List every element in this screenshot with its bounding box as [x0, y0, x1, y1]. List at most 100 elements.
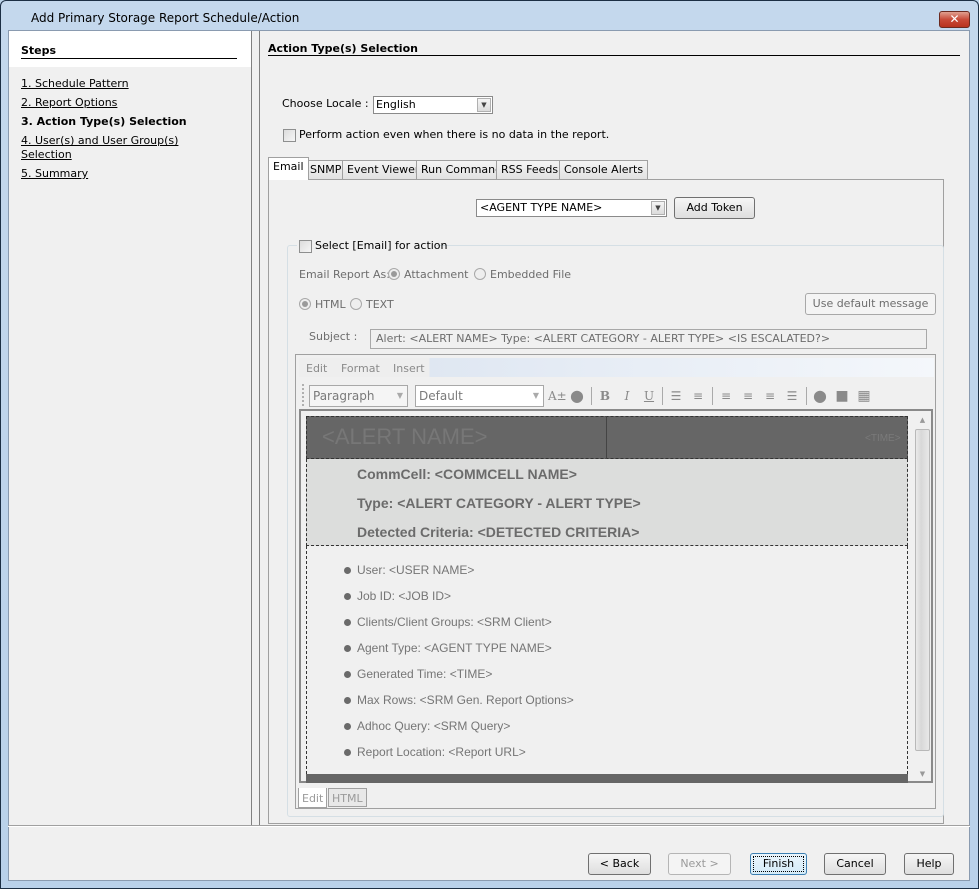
- scrollbar-thumb[interactable]: [915, 429, 930, 751]
- doc-info-criteria: Detected Criteria: <DETECTED CRITERIA>: [357, 524, 640, 540]
- toolbar-separator: [662, 387, 663, 405]
- image-icon[interactable]: ■: [834, 388, 850, 404]
- doc-list-item: Adhoc Query: <SRM Query>: [357, 719, 511, 733]
- align-right-icon[interactable]: ≡: [762, 388, 778, 404]
- bulleted-list-icon[interactable]: ☰: [668, 388, 684, 404]
- use-default-message-button[interactable]: Use default message: [805, 293, 936, 315]
- title-bar[interactable]: Add Primary Storage Report Schedule/Acti…: [1, 1, 978, 31]
- cancel-button[interactable]: Cancel: [824, 853, 886, 875]
- table-icon[interactable]: ▦: [856, 388, 872, 404]
- font-select[interactable]: Default ▼: [415, 385, 544, 407]
- doc-time: <TIME>: [865, 433, 901, 444]
- bullet-icon: [344, 671, 351, 678]
- pane-title-divider: [268, 55, 960, 56]
- token-select-value: <AGENT TYPE NAME>: [480, 201, 603, 214]
- perform-action-checkbox[interactable]: [283, 129, 296, 142]
- menu-edit[interactable]: Edit: [306, 362, 327, 375]
- window-title: Add Primary Storage Report Schedule/Acti…: [31, 11, 300, 25]
- tab-snmp[interactable]: SNMP: [305, 160, 347, 179]
- step-user-group-selection-line2[interactable]: Selection: [21, 148, 72, 162]
- select-email-checkbox[interactable]: [299, 240, 312, 253]
- link-icon[interactable]: ●: [812, 388, 828, 404]
- editor-vertical-scrollbar[interactable]: ▲ ▼: [914, 413, 931, 781]
- attachment-radio[interactable]: [388, 268, 400, 280]
- align-center-icon[interactable]: ≡: [740, 388, 756, 404]
- underline-icon[interactable]: U: [641, 388, 657, 404]
- chevron-down-icon: ▼: [651, 201, 665, 215]
- menu-format[interactable]: Format: [341, 362, 380, 375]
- mode-tab-html[interactable]: HTML: [328, 788, 367, 807]
- text-format-radio[interactable]: [350, 298, 362, 310]
- step-schedule-pattern[interactable]: 1. Schedule Pattern: [21, 77, 129, 91]
- steps-divider: [21, 58, 237, 59]
- doc-alert-name: <ALERT NAME>: [322, 424, 488, 449]
- font-size-icon[interactable]: A±: [548, 388, 567, 404]
- scroll-up-icon[interactable]: ▲: [914, 413, 931, 427]
- scroll-down-icon[interactable]: ▼: [914, 767, 931, 781]
- mode-tab-edit[interactable]: Edit: [298, 788, 328, 808]
- bullet-icon: [344, 567, 351, 574]
- steps-panel: Steps 1. Schedule Pattern 2. Report Opti…: [9, 31, 252, 826]
- chevron-down-icon: ▼: [532, 391, 539, 400]
- embedded-file-label: Embedded File: [490, 268, 572, 281]
- justify-icon[interactable]: ☰: [784, 388, 800, 404]
- doc-list-item: Report Location: <Report URL>: [357, 745, 526, 759]
- close-button[interactable]: ✕: [939, 11, 970, 28]
- add-token-button[interactable]: Add Token: [674, 197, 755, 219]
- step-action-type-selection: 3. Action Type(s) Selection: [21, 115, 187, 128]
- bold-icon[interactable]: B: [597, 388, 613, 404]
- paragraph-select-value: Paragraph: [313, 389, 375, 403]
- editor-menubar: Edit Format Insert: [299, 358, 934, 377]
- tab-email[interactable]: Email: [268, 157, 309, 180]
- toolbar-separator: [591, 387, 592, 405]
- paragraph-select[interactable]: Paragraph ▼: [309, 385, 408, 407]
- step-user-group-selection[interactable]: 4. User(s) and User Group(s): [21, 134, 178, 148]
- bullet-icon: [344, 645, 351, 652]
- step-summary[interactable]: 5. Summary: [21, 167, 88, 181]
- footer-divider: [8, 825, 970, 827]
- bullet-icon: [344, 749, 351, 756]
- step-report-options[interactable]: 2. Report Options: [21, 96, 117, 110]
- doc-list-block: [306, 546, 908, 774]
- doc-info-type: Type: <ALERT CATEGORY - ALERT TYPE>: [357, 495, 641, 511]
- italic-icon[interactable]: I: [619, 388, 635, 404]
- locale-value: English: [376, 98, 416, 111]
- locale-label: Choose Locale :: [282, 97, 369, 110]
- chevron-down-icon: ▼: [477, 98, 491, 112]
- embedded-file-radio[interactable]: [474, 268, 486, 280]
- doc-list-item: Agent Type: <AGENT TYPE NAME>: [357, 641, 552, 655]
- align-left-icon[interactable]: ≡: [718, 388, 734, 404]
- token-select[interactable]: <AGENT TYPE NAME> ▼: [476, 199, 667, 217]
- perform-action-label: Perform action even when there is no dat…: [299, 128, 610, 141]
- tab-console-alerts[interactable]: Console Alerts: [559, 160, 649, 179]
- tab-run-command[interactable]: Run Command: [416, 160, 508, 179]
- text-format-label: TEXT: [366, 298, 394, 311]
- locale-select[interactable]: English ▼: [373, 96, 493, 114]
- doc-list-item: Clients/Client Groups: <SRM Client>: [357, 615, 552, 629]
- doc-header-divider: [606, 416, 607, 459]
- doc-list-item: Generated Time: <TIME>: [357, 667, 493, 681]
- tab-event-viewer[interactable]: Event Viewer: [342, 160, 425, 179]
- close-icon: ✕: [949, 12, 960, 26]
- doc-footer-banner: [306, 774, 908, 783]
- back-button[interactable]: < Back: [588, 853, 651, 875]
- bullet-icon: [344, 619, 351, 626]
- bullet-icon: [344, 593, 351, 600]
- numbered-list-icon[interactable]: ≡: [690, 388, 706, 404]
- subject-input[interactable]: Alert: <ALERT NAME> Type: <ALERT CATEGOR…: [370, 329, 927, 349]
- tab-rss-feeds[interactable]: RSS Feeds: [496, 160, 564, 179]
- report-as-label: Email Report As:: [299, 268, 390, 281]
- subject-label: Subject :: [309, 330, 358, 343]
- finish-button[interactable]: Finish: [750, 853, 807, 875]
- doc-list-item: Job ID: <JOB ID>: [357, 589, 452, 603]
- bullet-icon: [344, 697, 351, 704]
- next-button[interactable]: Next >: [668, 853, 731, 875]
- doc-info-commcell: CommCell: <COMMCELL NAME>: [357, 466, 577, 482]
- doc-list-item: User: <USER NAME>: [357, 563, 475, 577]
- color-icon[interactable]: ●: [569, 388, 585, 404]
- attachment-label: Attachment: [404, 268, 469, 281]
- html-format-radio[interactable]: [299, 298, 311, 310]
- pane-title: Action Type(s) Selection: [268, 42, 418, 55]
- menu-insert[interactable]: Insert: [393, 362, 425, 375]
- help-button[interactable]: Help: [904, 853, 954, 875]
